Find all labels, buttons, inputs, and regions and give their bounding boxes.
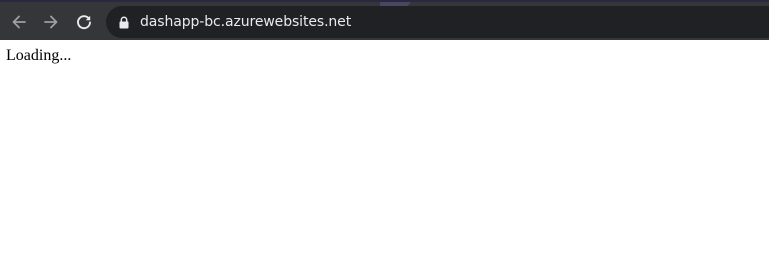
loading-status-text: Loading... xyxy=(6,47,72,64)
lock-icon[interactable] xyxy=(118,15,130,29)
url-text: dashapp-bc.azurewebsites.net xyxy=(140,14,352,30)
address-bar[interactable]: dashapp-bc.azurewebsites.net xyxy=(106,6,769,38)
reload-icon xyxy=(75,13,93,31)
forward-button[interactable] xyxy=(37,8,65,36)
arrow-left-icon xyxy=(10,13,28,31)
browser-toolbar: dashapp-bc.azurewebsites.net xyxy=(0,0,769,42)
back-button[interactable] xyxy=(5,8,33,36)
reload-button[interactable] xyxy=(70,8,98,36)
arrow-right-icon xyxy=(42,13,60,31)
page-content: Loading... xyxy=(0,40,769,274)
